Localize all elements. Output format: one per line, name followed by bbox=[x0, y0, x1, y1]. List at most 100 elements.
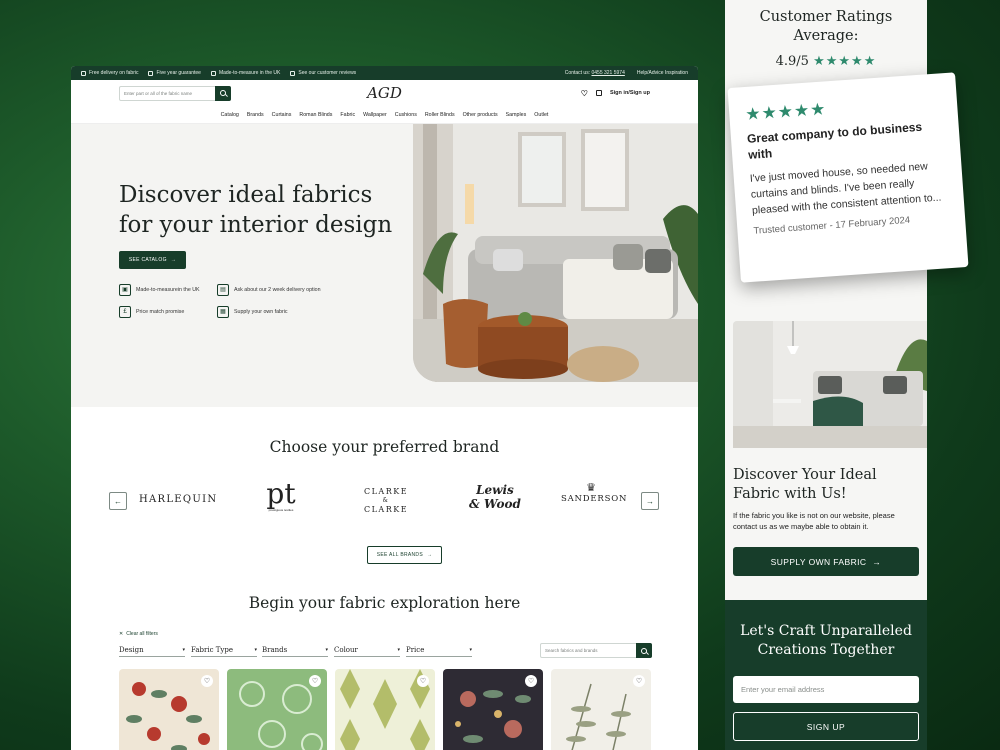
brands-title: Choose your preferred brand bbox=[269, 438, 500, 456]
site-header: Enter part or all of the fabric name AGD… bbox=[71, 80, 698, 106]
hero-title: Discover ideal fabrics for your interior … bbox=[119, 182, 393, 238]
nav-item-catalog[interactable]: Catalog bbox=[221, 112, 239, 118]
average-score: 4.9/5 ★★★★★ bbox=[775, 54, 877, 69]
fabric-tile-dark-botanical[interactable]: ♡ bbox=[443, 669, 543, 750]
main-nav: Catalog Brands Curtains Roman Blinds Fab… bbox=[71, 106, 698, 124]
supply-own-fabric-button[interactable]: SUPPLY OWN FABRIC → bbox=[733, 547, 919, 576]
favorite-heart-icon[interactable]: ♡ bbox=[525, 675, 537, 687]
nav-item-fabric[interactable]: Fabric bbox=[340, 112, 355, 118]
filter-brands[interactable]: Brands ▾ bbox=[262, 644, 328, 657]
star-rating-icon: ★★★★★ bbox=[813, 54, 877, 69]
bedroom-image bbox=[733, 321, 927, 448]
crest-icon: ♛ bbox=[586, 481, 596, 494]
search-button[interactable] bbox=[215, 85, 231, 101]
brands-prev-button[interactable]: ← bbox=[109, 492, 127, 510]
nav-item-samples[interactable]: Samples bbox=[506, 112, 527, 118]
arrow-left-icon: ← bbox=[114, 496, 122, 506]
filter-colour[interactable]: Colour ▾ bbox=[334, 644, 400, 657]
website-frame: Free delivery on fabric Five year guaran… bbox=[71, 66, 698, 750]
close-icon: ✕ bbox=[119, 631, 124, 637]
brand-clarke-clarke[interactable]: CLARKE & CLARKE bbox=[364, 487, 408, 514]
search-icon bbox=[220, 90, 226, 96]
feature-price: £ Price match promise bbox=[119, 306, 184, 318]
help-link[interactable]: Help/Advice Inspiration bbox=[637, 70, 688, 76]
fabric-tile-floral-green[interactable]: ♡ bbox=[227, 669, 327, 750]
favorite-heart-icon[interactable]: ♡ bbox=[417, 675, 429, 687]
ruler-icon: ▣ bbox=[119, 284, 131, 296]
search-input[interactable]: Enter part or all of the fabric name bbox=[119, 85, 231, 101]
arrow-right-icon: → bbox=[872, 556, 882, 567]
fabric-tile-floral-red[interactable]: ♡ bbox=[119, 669, 219, 750]
nav-item-curtains[interactable]: Curtains bbox=[272, 112, 292, 118]
review-title: Great company to do business with bbox=[746, 119, 923, 162]
top-info-bar: Free delivery on fabric Five year guaran… bbox=[71, 66, 698, 80]
chevron-down-icon: ▾ bbox=[254, 647, 257, 653]
contact: Contact us: 0455 321 5974 bbox=[564, 70, 625, 76]
review-card: ★★★★★ Great company to do business with … bbox=[727, 72, 969, 283]
arrow-right-icon: → bbox=[170, 257, 177, 263]
topbar-item-delivery[interactable]: Free delivery on fabric bbox=[81, 70, 138, 76]
chevron-down-icon: ▾ bbox=[397, 647, 400, 653]
feature-delivery: ▤ Ask about our 2 week delivery option bbox=[217, 284, 321, 296]
ratings-heading: Customer Ratings Average: bbox=[759, 9, 893, 44]
newsletter-section: Let's Craft Unparalleled Creations Togeth… bbox=[725, 600, 927, 750]
filter-price[interactable]: Price ▾ bbox=[406, 644, 472, 657]
email-input[interactable]: Enter your email address bbox=[733, 676, 919, 703]
fabric-search-input[interactable]: Search fabrics and brands bbox=[540, 643, 652, 658]
favorite-heart-icon[interactable]: ♡ bbox=[201, 675, 213, 687]
hero-section: Discover ideal fabrics for your interior … bbox=[71, 124, 698, 407]
see-catalog-button[interactable]: SEE CATALOG → bbox=[119, 251, 186, 269]
chevron-down-icon: ▾ bbox=[469, 647, 472, 653]
nav-item-outlet[interactable]: Outlet bbox=[534, 112, 548, 118]
cart-icon[interactable] bbox=[595, 90, 602, 96]
ruler-icon bbox=[210, 70, 216, 76]
feature-made: ▣ Made-to-measurein the UK bbox=[119, 284, 200, 296]
chat-icon bbox=[290, 70, 296, 76]
discover-text: If the fabric you like is not on our web… bbox=[733, 511, 895, 531]
search-icon bbox=[641, 647, 647, 654]
arrow-right-icon: → bbox=[646, 496, 654, 506]
nav-item-wallpaper[interactable]: Wallpaper bbox=[363, 112, 387, 118]
nav-item-roller-blinds[interactable]: Roller Blinds bbox=[425, 112, 455, 118]
nav-item-brands[interactable]: Brands bbox=[247, 112, 264, 118]
brand-harlequin[interactable]: HARLEQUIN bbox=[139, 494, 217, 505]
truck-icon bbox=[81, 70, 86, 76]
clear-filters-link[interactable]: ✕ Clear all filters bbox=[119, 631, 158, 637]
nav-item-cushions[interactable]: Cushions bbox=[395, 112, 417, 118]
signin-link[interactable]: Sign in/Sign up bbox=[610, 90, 650, 96]
explore-title: Begin your fabric exploration here bbox=[248, 594, 521, 612]
wishlist-icon[interactable]: ♡ bbox=[581, 89, 588, 98]
topbar-item-reviews[interactable]: See our customer reviews bbox=[290, 70, 356, 76]
shield-icon bbox=[148, 70, 154, 76]
topbar-item-made[interactable]: Made-to-measure in the UK bbox=[210, 70, 280, 76]
sign-up-button[interactable]: SIGN UP bbox=[733, 712, 919, 741]
price-tag-icon: £ bbox=[119, 306, 131, 318]
favorite-heart-icon[interactable]: ♡ bbox=[633, 675, 645, 687]
brand-sanderson[interactable]: ♛ SANDERSON bbox=[561, 481, 626, 505]
fabric-tile-ikat[interactable]: ♡ bbox=[335, 669, 435, 750]
brand-pt[interactable]: pt prestigious textiles bbox=[263, 480, 299, 513]
feature-supply: ▦ Supply your own fabric bbox=[217, 306, 288, 318]
fabric-tile-fern[interactable]: ♡ bbox=[551, 669, 651, 750]
phone-link[interactable]: 0455 321 5974 bbox=[591, 70, 624, 76]
site-logo[interactable]: AGD bbox=[367, 84, 402, 102]
fabric-search-button[interactable] bbox=[636, 643, 652, 658]
hero-living-room-image bbox=[413, 124, 698, 382]
discover-title: Discover Your Ideal Fabric with Us! bbox=[733, 467, 877, 502]
nav-item-other-products[interactable]: Other products bbox=[463, 112, 498, 118]
favorite-heart-icon[interactable]: ♡ bbox=[309, 675, 321, 687]
brand-lewis-wood[interactable]: Lewis & Wood bbox=[469, 483, 521, 511]
chevron-down-icon: ▾ bbox=[325, 647, 328, 653]
nav-item-roman-blinds[interactable]: Roman Blinds bbox=[299, 112, 332, 118]
see-all-brands-button[interactable]: SEE ALL BRANDS → bbox=[367, 546, 442, 564]
filter-design[interactable]: Design ▾ bbox=[119, 644, 185, 657]
newsletter-title: Let's Craft Unparalleled Creations Togeth… bbox=[740, 623, 912, 658]
brands-next-button[interactable]: → bbox=[641, 492, 659, 510]
filter-fabric-type[interactable]: Fabric Type ▾ bbox=[191, 644, 257, 657]
truck-icon: ▤ bbox=[217, 284, 229, 296]
review-body: I've just moved house, so needed new cur… bbox=[749, 160, 942, 217]
topbar-item-guarantee[interactable]: Five year guarantee bbox=[148, 70, 201, 76]
chevron-down-icon: ▾ bbox=[182, 647, 185, 653]
arrow-right-icon: → bbox=[426, 552, 433, 558]
fabric-icon: ▦ bbox=[217, 306, 229, 318]
